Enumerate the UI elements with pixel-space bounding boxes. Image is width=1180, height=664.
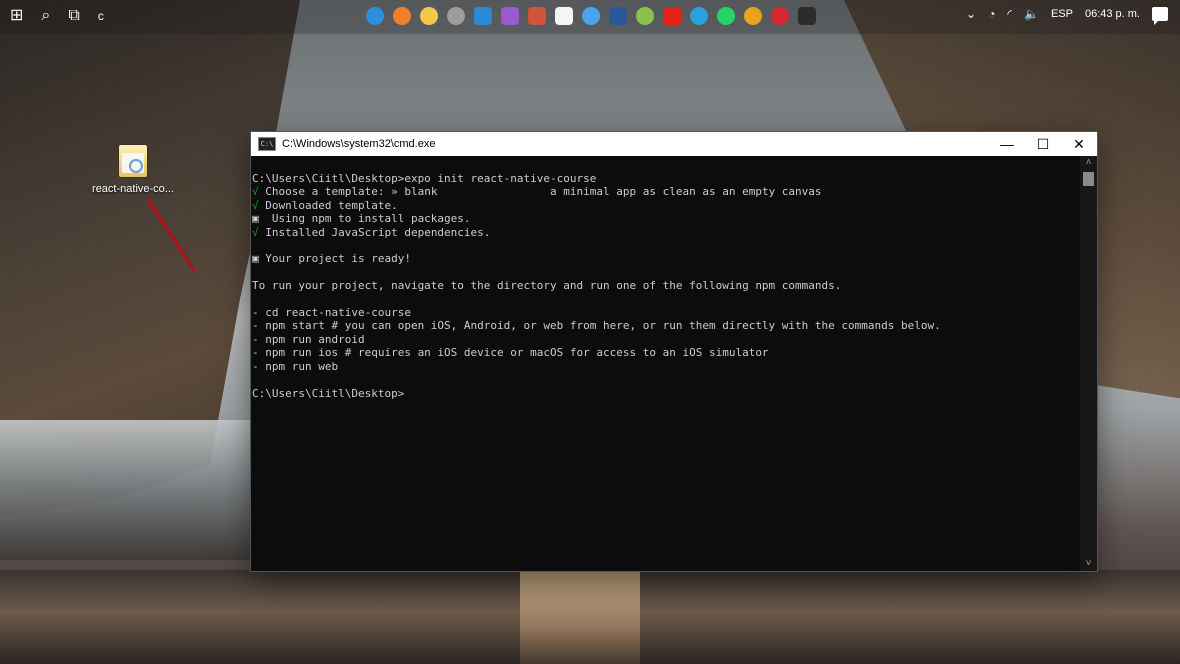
volume-icon[interactable]: 🔈 <box>1024 7 1039 21</box>
vertical-scrollbar[interactable]: ˄ ˅ <box>1080 156 1097 571</box>
chrome-alt-taskbar-icon[interactable] <box>420 7 438 25</box>
console-line-text <box>252 266 259 279</box>
console-line: - cd react-native-course <box>252 306 1080 319</box>
console-line: ▣ Using npm to install packages. <box>252 212 1080 225</box>
console-line-text: - npm run android <box>252 332 365 346</box>
console-line-text: - npm run web <box>252 359 339 373</box>
maximize-button[interactable]: ☐ <box>1025 132 1061 156</box>
console-line: To run your project, navigate to the dir… <box>252 279 1080 292</box>
desktop-folder-react-native-course[interactable]: react-native-co... <box>88 145 178 195</box>
console-line <box>252 266 1080 279</box>
pinterest-taskbar-icon[interactable] <box>771 7 789 25</box>
chrome-taskbar-icon[interactable] <box>744 7 762 25</box>
system-tray: ⌄ ◔ ◜ 🔈 ESP 06:43 p. m. <box>966 7 1168 25</box>
console-output[interactable]: C:\Users\Ciitl\Desktop>expo init react-n… <box>251 156 1080 571</box>
app11-taskbar-icon[interactable] <box>636 7 654 25</box>
network-icon[interactable]: ◔ <box>988 7 995 21</box>
cmd-titlebar[interactable]: C:\ C:\Windows\system32\cmd.exe — ☐ ✕ <box>251 132 1097 156</box>
taskbar-apps <box>366 7 816 25</box>
intellij-taskbar-icon[interactable] <box>555 7 573 25</box>
console-line <box>252 293 1080 306</box>
console-line-text: - npm start # you can open iOS, Android,… <box>252 319 941 333</box>
console-line: √ Installed JavaScript dependencies. <box>252 226 1080 239</box>
word-taskbar-icon[interactable] <box>609 7 627 25</box>
app7-taskbar-icon[interactable] <box>528 7 546 25</box>
console-line-text: - npm run ios # requires an iOS device o… <box>252 346 769 360</box>
console-line: - npm run web <box>252 360 1080 373</box>
console-line-text: C:\Users\Ciitl\Desktop> <box>252 386 405 400</box>
window-title: C:\Windows\system32\cmd.exe <box>282 138 436 150</box>
youtube-taskbar-icon[interactable] <box>663 7 681 25</box>
console-line <box>252 373 1080 386</box>
console-line-text: - cd react-native-course <box>252 306 411 320</box>
task-view-icon[interactable]: ⧉ <box>68 6 79 26</box>
console-line <box>252 239 1080 252</box>
cmd-taskbar-icon[interactable] <box>798 7 816 25</box>
console-line-text: ▣ Using npm to install packages. <box>252 212 471 226</box>
console-line: √ Choose a template: » blank a minimal a… <box>252 185 1080 198</box>
scroll-down-icon[interactable]: ˅ <box>1080 557 1097 571</box>
clock[interactable]: 06:43 p. m. <box>1085 8 1140 20</box>
vscode-taskbar-icon[interactable] <box>474 7 492 25</box>
whatsapp-taskbar-icon[interactable] <box>717 7 735 25</box>
console-line: C:\Users\Ciitl\Desktop>expo init react-n… <box>252 172 1080 185</box>
windows-start-icon[interactable]: ⊞ <box>10 6 23 26</box>
app9-taskbar-icon[interactable] <box>582 7 600 25</box>
taskbar-left: ⊞ ⌕ ⧉ c <box>10 6 104 26</box>
language-indicator[interactable]: ESP <box>1051 8 1073 20</box>
cmd-window[interactable]: C:\ C:\Windows\system32\cmd.exe — ☐ ✕ C:… <box>251 132 1097 571</box>
taskbar: ⊞ ⌕ ⧉ c ⌄ ◔ ◜ 🔈 ESP 06:43 p. m. <box>0 0 1180 34</box>
console-line: √ Downloaded template. <box>252 199 1080 212</box>
console-line: C:\Users\Ciitl\Desktop> <box>252 387 1080 400</box>
wallpaper-sea <box>0 420 260 560</box>
close-button[interactable]: ✕ <box>1061 132 1097 156</box>
console-line-text: To run your project, navigate to the dir… <box>252 279 842 293</box>
console-line-text <box>252 239 259 252</box>
checkmark-icon: √ <box>252 198 266 212</box>
console-line-text: Choose a template: » blank a minimal app… <box>265 185 822 199</box>
wifi-icon[interactable]: ◜ <box>1007 7 1012 21</box>
wallpaper-light-reflection <box>520 570 640 664</box>
firefox-taskbar-icon[interactable] <box>393 7 411 25</box>
console-line-text: Installed JavaScript dependencies. <box>265 225 491 239</box>
folder-icon <box>119 145 147 177</box>
checkmark-icon: √ <box>252 225 266 239</box>
task-view-label: c <box>97 9 104 23</box>
visual-studio-taskbar-icon[interactable] <box>501 7 519 25</box>
checkmark-icon: √ <box>252 185 266 199</box>
app4-taskbar-icon[interactable] <box>447 7 465 25</box>
edge-taskbar-icon[interactable] <box>366 7 384 25</box>
search-icon[interactable]: ⌕ <box>41 6 50 26</box>
desktop-icon-label: react-native-co... <box>92 183 174 195</box>
console-line: - npm start # you can open iOS, Android,… <box>252 319 1080 332</box>
console-line: - npm run android <box>252 333 1080 346</box>
console-line-text: ▣ Your project is ready! <box>252 252 411 266</box>
cmd-app-icon: C:\ <box>258 137 276 151</box>
scroll-up-icon[interactable]: ˄ <box>1080 156 1097 170</box>
notification-icon[interactable] <box>1152 7 1168 25</box>
chevron-up-icon[interactable]: ⌄ <box>966 7 976 21</box>
console-line: - npm run ios # requires an iOS device o… <box>252 346 1080 359</box>
scrollbar-thumb[interactable] <box>1083 172 1094 186</box>
minimize-button[interactable]: — <box>989 132 1025 156</box>
console-line-text <box>252 373 259 386</box>
console-line-text <box>252 293 259 306</box>
console-line-text: Downloaded template. <box>265 198 398 212</box>
console-line-text: C:\Users\Ciitl\Desktop>expo init react-n… <box>252 172 597 185</box>
console-line: ▣ Your project is ready! <box>252 252 1080 265</box>
telegram-taskbar-icon[interactable] <box>690 7 708 25</box>
